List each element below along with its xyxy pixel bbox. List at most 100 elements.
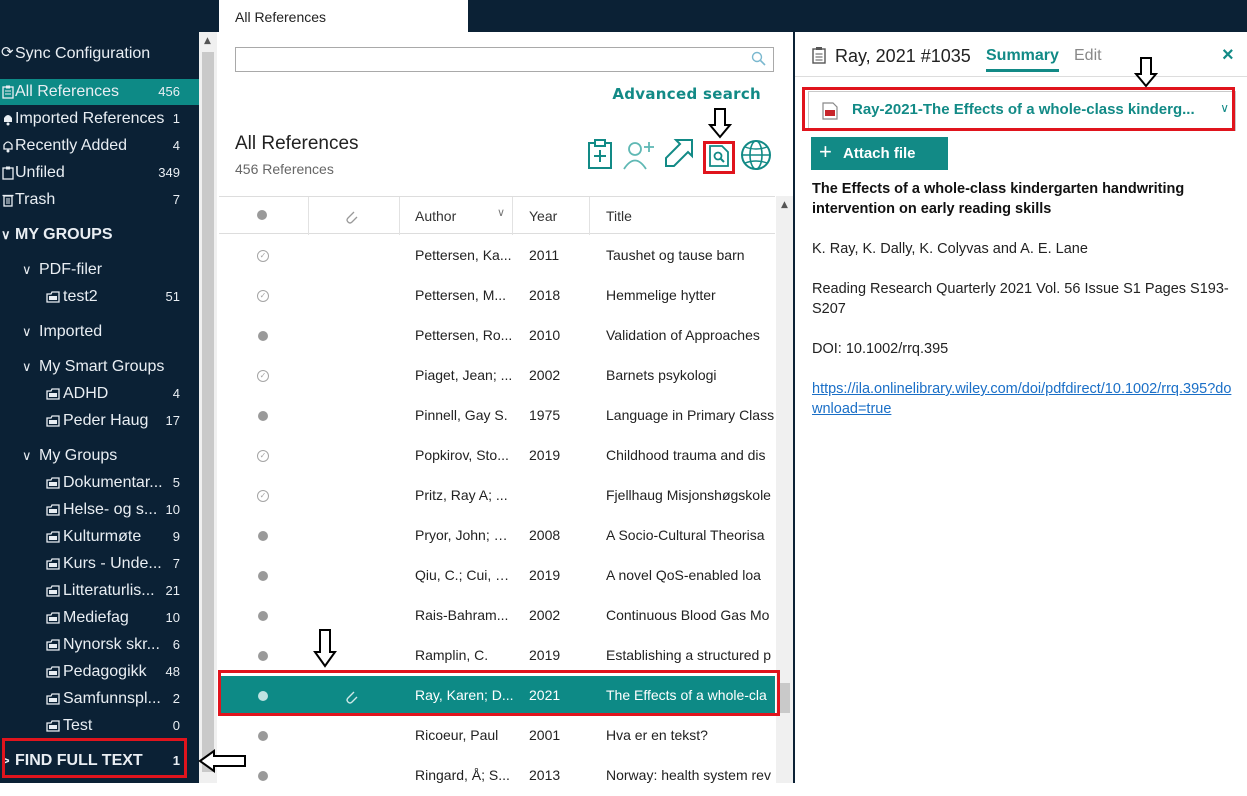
sidebar-item-unfiled[interactable]: Unfiled 349 [0,160,199,186]
group-set-imported[interactable]: ∨ Imported [0,319,199,345]
cell-year: 2010 [529,327,561,343]
add-user-icon[interactable] [623,140,655,170]
cell-year: 2019 [529,647,561,663]
table-row[interactable]: Rais-Bahram... 2002 Continuous Blood Gas M… [219,596,775,636]
my-groups-subheading[interactable]: ∨ My Groups [0,443,199,469]
cell-year: 2019 [529,447,561,463]
sidebar-group-item[interactable]: Kurs - Unde... 7 [0,551,199,577]
table-row[interactable]: Pettersen, Ro... 2010 Validation of Approa… [219,316,775,356]
scroll-up-icon[interactable]: ▲ [204,36,211,46]
group-folder-icon [46,504,60,516]
group-label: Nynorsk skr... [63,636,160,653]
sidebar-scrollbar[interactable]: ▲ [199,32,217,783]
column-header: Author ∨ Year Title [219,196,775,235]
column-author[interactable]: Author [415,208,456,224]
column-year[interactable]: Year [529,208,557,224]
reference-doi: DOI: 10.1002/rrq.395 [812,341,949,357]
scroll-up-icon[interactable]: ▲ [781,200,788,210]
sidebar-item-imported-references[interactable]: Imported References 1 [0,106,199,132]
table-row[interactable]: Qiu, C.; Cui, S... 2019 A novel QoS-enable… [219,556,775,596]
attachment-column-icon[interactable] [344,208,358,224]
clipboard-icon [2,166,14,180]
sidebar-group-item[interactable]: Pedagogikk 48 [0,659,199,685]
cell-year: 2001 [529,727,561,743]
table-row[interactable]: ✓ Pettersen, M... 2018 Hemmelige hytter [219,276,775,316]
sidebar-group-item[interactable]: Dokumentar... 5 [0,470,199,496]
read-check-icon[interactable]: ✓ [257,250,269,262]
unread-dot-icon[interactable] [258,651,268,661]
smart-group-item[interactable]: ADHD 4 [0,381,199,407]
advanced-search-link[interactable]: Advanced search [612,85,761,103]
tab-all-references[interactable]: All References [219,0,468,32]
cell-author: Rais-Bahram... [415,607,509,623]
new-reference-icon[interactable] [587,138,613,170]
unread-dot-icon[interactable] [258,411,268,421]
read-check-icon[interactable]: ✓ [257,370,269,382]
table-row[interactable]: Pinnell, Gay S. 1975 Language in Primary C… [219,396,775,436]
smart-group-item[interactable]: Peder Haug 17 [0,408,199,434]
cell-title: A Socio-Cultural Theorisa [606,527,765,543]
search-input[interactable] [235,47,774,72]
table-row[interactable]: ✓ Pettersen, Ka... 2011 Taushet og tause ba… [219,236,775,276]
column-divider [589,197,590,235]
unread-dot-icon[interactable] [258,531,268,541]
search-icon[interactable] [751,51,767,67]
table-row[interactable]: Pryor, John; C... 2008 A Socio-Cultural Th… [219,516,775,556]
read-check-icon[interactable]: ✓ [257,490,269,502]
chevron-down-icon: ∨ [22,359,32,374]
tab-edit[interactable]: Edit [1074,47,1102,65]
group-count: 21 [165,583,180,598]
scroll-thumb[interactable] [202,52,214,772]
my-groups-heading[interactable]: ∨ MY GROUPS [0,222,199,248]
group-count: 6 [172,637,180,652]
annotation-arrow-down [1134,57,1158,88]
table-row[interactable]: ✓ Pritz, Ray A; ... Fjellhaug Misjonshøgsk… [219,476,775,516]
group-label: Pedagogikk [63,663,147,680]
sidebar-item-test2[interactable]: test2 51 [0,284,199,310]
group-set-pdf-filer[interactable]: ∨ PDF-filer [0,257,199,283]
share-arrow-icon[interactable] [662,138,694,170]
sidebar-group-item[interactable]: Samfunnspl... 2 [0,686,199,712]
sidebar-group-item[interactable]: Helse- og s... 10 [0,497,199,523]
sidebar-item-trash[interactable]: Trash 7 [0,187,199,213]
reference-count: 456 References [235,161,334,177]
table-row[interactable]: Ricoeur, Paul 2001 Hva er en tekst? [219,716,775,756]
sidebar-item-recently-added[interactable]: Recently Added 4 [0,133,199,159]
group-label: Mediefag [63,609,129,626]
cell-title: Establishing a structured p [606,647,771,663]
cell-year: 2018 [529,287,561,303]
sidebar-group-item[interactable]: Mediefag 10 [0,605,199,631]
cell-title: Continuous Blood Gas Mo [606,607,770,623]
globe-icon[interactable] [740,139,772,171]
sidebar-group-item[interactable]: Litteraturlis... 21 [0,578,199,604]
tab-summary[interactable]: Summary [986,47,1059,72]
table-row[interactable]: ✓ Piaget, Jean; ... 2002 Barnets psykologi [219,356,775,396]
sidebar-item-all-references[interactable]: All References 456 [0,79,199,105]
close-icon[interactable]: × [1222,44,1234,67]
read-check-icon[interactable]: ✓ [257,290,269,302]
sync-configuration[interactable]: ⟳ Sync Configuration [0,41,199,67]
group-label: Kulturmøte [63,528,142,545]
attach-file-button[interactable]: + Attach file [811,137,948,170]
table-row[interactable]: ✓ Popkirov, Sto... 2019 Childhood trauma an… [219,436,775,476]
sidebar-group-item[interactable]: Kulturmøte 9 [0,524,199,550]
scroll-thumb[interactable] [779,683,790,713]
sync-icon: ⟳ [1,44,14,61]
sidebar-group-item[interactable]: Test 0 [0,713,199,739]
table-row[interactable]: Ringard, Å; S... 2013 Norway: health syste… [219,756,775,796]
read-status-column[interactable] [257,210,267,220]
unread-dot-icon[interactable] [258,731,268,741]
unread-dot-icon[interactable] [258,571,268,581]
reference-journal: Reading Research Quarterly 2021 Vol. 56 … [812,281,1229,317]
chevron-down-icon: ∨ [22,324,32,339]
unread-dot-icon[interactable] [258,771,268,781]
sidebar-group-item[interactable]: Nynorsk skr... 6 [0,632,199,658]
read-check-icon[interactable]: ✓ [257,450,269,462]
column-title[interactable]: Title [606,208,632,224]
sort-chevron-icon[interactable]: ∨ [497,206,505,219]
unread-dot-icon[interactable] [258,611,268,621]
unread-dot-icon[interactable] [258,331,268,341]
smart-groups-heading[interactable]: ∨ My Smart Groups [0,354,199,380]
group-count: 10 [165,610,180,625]
reference-url-link[interactable]: https://ila.onlinelibrary.wiley.com/doi/… [812,379,1240,419]
